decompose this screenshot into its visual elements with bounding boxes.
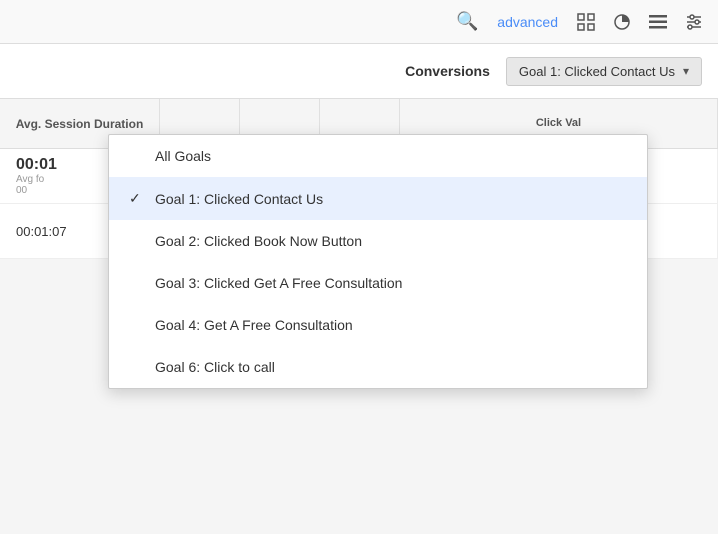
dropdown-item-goal2[interactable]: Goal 2: Clicked Book Now Button (109, 220, 647, 262)
conversions-label: Conversions (405, 63, 490, 79)
goal-dropdown-menu: All Goals ✓ Goal 1: Clicked Contact Us G… (108, 134, 648, 389)
dropdown-item-goal4[interactable]: Goal 4: Get A Free Consultation (109, 304, 647, 346)
check-icon: ✓ (129, 190, 145, 207)
goal-dropdown-button[interactable]: Goal 1: Clicked Contact Us ▾ (506, 57, 702, 86)
dropdown-arrow-icon: ▾ (683, 64, 689, 78)
dropdown-selected-label: Goal 1: Clicked Contact Us (519, 64, 675, 79)
dropdown-item-label: Goal 3: Clicked Get A Free Consultation (155, 275, 402, 291)
dropdown-item-label: All Goals (155, 148, 211, 164)
dropdown-item-goal6[interactable]: Goal 6: Click to call (109, 346, 647, 388)
dropdown-item-label: Goal 6: Click to call (155, 359, 275, 375)
dropdown-item-label: Goal 2: Clicked Book Now Button (155, 233, 362, 249)
dropdown-item-goal1[interactable]: ✓ Goal 1: Clicked Contact Us (109, 177, 647, 220)
dropdown-item-all-goals[interactable]: All Goals (109, 135, 647, 177)
search-button[interactable]: 🔍 (449, 6, 485, 38)
pie-chart-button[interactable] (606, 6, 638, 38)
filter-button[interactable] (678, 6, 710, 38)
toolbar: 🔍 advanced (0, 0, 718, 44)
header-row: Conversions Goal 1: Clicked Contact Us ▾ (0, 44, 718, 99)
dropdown-item-goal3[interactable]: Goal 3: Clicked Get A Free Consultation (109, 262, 647, 304)
grid-view-button[interactable] (570, 6, 602, 38)
list-view-button[interactable] (642, 6, 674, 38)
dropdown-item-label: Goal 4: Get A Free Consultation (155, 317, 353, 333)
dropdown-item-label: Goal 1: Clicked Contact Us (155, 191, 323, 207)
advanced-link[interactable]: advanced (489, 14, 566, 30)
